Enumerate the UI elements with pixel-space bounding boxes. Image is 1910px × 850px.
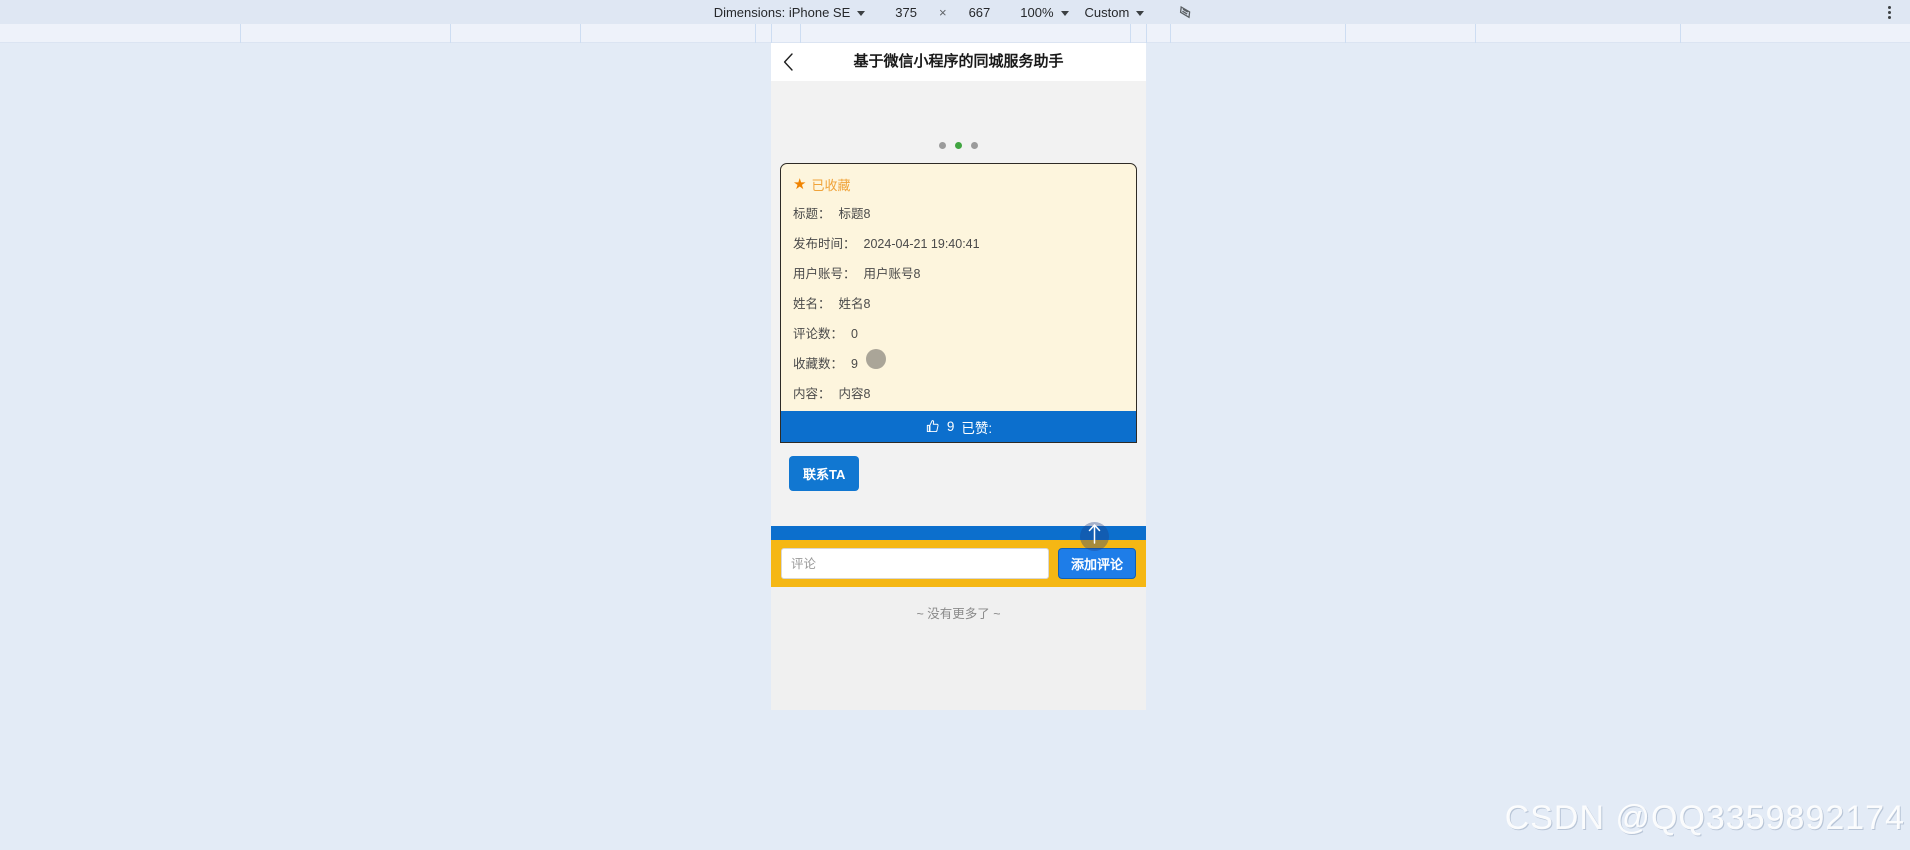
field-row: 姓名： 姓名8 — [793, 293, 1124, 312]
chevron-down-icon — [1060, 10, 1069, 16]
star-filled-icon: ★ — [793, 176, 807, 193]
viewport-width-value: 375 — [895, 4, 917, 20]
carousel-dot-1[interactable] — [939, 142, 946, 149]
rotate-icon[interactable] — [1174, 2, 1196, 22]
field-value: 姓名8 — [838, 297, 871, 311]
no-more-text: ~ 没有更多了 ~ — [771, 587, 1146, 636]
contact-button[interactable]: 联系TA — [789, 456, 860, 491]
app-header: 基于微信小程序的同城服务助手 — [771, 43, 1146, 81]
like-count: 9 — [946, 419, 955, 434]
throttling-value: Custom — [1084, 4, 1130, 20]
kebab-menu-icon[interactable] — [1881, 3, 1897, 21]
field-row: 内容： 内容8 — [793, 383, 1124, 402]
carousel-dots — [771, 142, 1146, 149]
comment-section-divider — [771, 526, 1146, 540]
viewport-width-input[interactable]: 375 — [895, 5, 917, 20]
field-row: 用户账号： 用户账号8 — [793, 263, 1124, 282]
favorite-status[interactable]: ★ 已收藏 — [793, 175, 1124, 194]
viewport-stage: 基于微信小程序的同城服务助手 ★ 已收藏 标题： 标题8 发布时间： 2024-… — [0, 43, 1910, 850]
chevron-down-icon — [857, 10, 866, 16]
device-viewport: 基于微信小程序的同城服务助手 ★ 已收藏 标题： 标题8 发布时间： 2024-… — [771, 43, 1146, 710]
field-key: 收藏数： — [793, 357, 844, 371]
chevron-down-icon — [1136, 10, 1145, 16]
field-value: 9 — [851, 357, 858, 371]
field-row: 发布时间： 2024-04-21 19:40:41 — [793, 233, 1124, 252]
add-comment-button[interactable]: 添加评论 — [1057, 548, 1136, 579]
device-toolbar: Dimensions: iPhone SE 375 × 667 100% Cus… — [0, 0, 1910, 24]
field-key: 评论数： — [793, 327, 844, 341]
back-button[interactable] — [771, 43, 805, 81]
comment-input[interactable] — [781, 548, 1049, 579]
carousel-dot-2-active[interactable] — [955, 142, 962, 149]
watermark: CSDN @QQ3359892174 — [1504, 799, 1905, 837]
field-value: 2024-04-21 19:40:41 — [863, 237, 980, 251]
chevron-left-icon — [783, 53, 793, 71]
throttling-dropdown[interactable]: Custom — [1085, 5, 1145, 20]
device-toolbar-controls: Dimensions: iPhone SE 375 × 667 100% Cus… — [0, 0, 1910, 24]
content-spacer — [780, 491, 1137, 526]
field-row: 标题： 标题8 — [793, 203, 1124, 222]
field-value: 标题8 — [838, 207, 871, 221]
image-carousel[interactable] — [771, 81, 1146, 163]
dimensions-dropdown[interactable]: Dimensions: iPhone SE — [714, 5, 866, 20]
content-area: ★ 已收藏 标题： 标题8 发布时间： 2024-04-21 19:40:41 … — [771, 163, 1146, 526]
field-value: 内容8 — [838, 387, 871, 401]
field-key: 姓名： — [793, 297, 831, 311]
field-value: 用户账号8 — [863, 267, 921, 281]
field-row: 收藏数： 9 — [793, 349, 1124, 372]
multiply-icon: × — [938, 4, 947, 20]
field-key: 用户账号： — [793, 267, 856, 281]
post-detail-card: ★ 已收藏 标题： 标题8 发布时间： 2024-04-21 19:40:41 … — [780, 163, 1137, 443]
mouse-hover-indicator — [866, 349, 886, 369]
favorite-label: 已收藏 — [811, 178, 851, 193]
like-button[interactable]: 9 已赞: — [781, 411, 1136, 442]
zoom-dropdown[interactable]: 100% — [1020, 4, 1069, 20]
field-key: 内容： — [793, 387, 831, 401]
zoom-level-value: 100% — [1020, 4, 1054, 20]
field-value: 0 — [851, 327, 858, 341]
thumbs-up-icon — [925, 419, 940, 434]
carousel-dot-3[interactable] — [971, 142, 978, 149]
dimensions-label: Dimensions: iPhone SE — [713, 4, 851, 20]
field-key: 发布时间： — [793, 237, 856, 251]
contact-section: 联系TA — [780, 443, 1137, 491]
field-row: 评论数： 0 — [793, 323, 1124, 342]
viewport-ruler — [0, 24, 1910, 43]
viewport-height-input[interactable]: 667 — [969, 5, 991, 20]
page-title: 基于微信小程序的同城服务助手 — [853, 53, 1064, 70]
post-card-body: ★ 已收藏 标题： 标题8 发布时间： 2024-04-21 19:40:41 … — [781, 164, 1136, 411]
field-key: 标题： — [793, 207, 831, 221]
comment-bar: 添加评论 — [771, 540, 1146, 587]
viewport-height-value: 667 — [968, 4, 991, 20]
like-label: 已赞: — [961, 420, 993, 436]
